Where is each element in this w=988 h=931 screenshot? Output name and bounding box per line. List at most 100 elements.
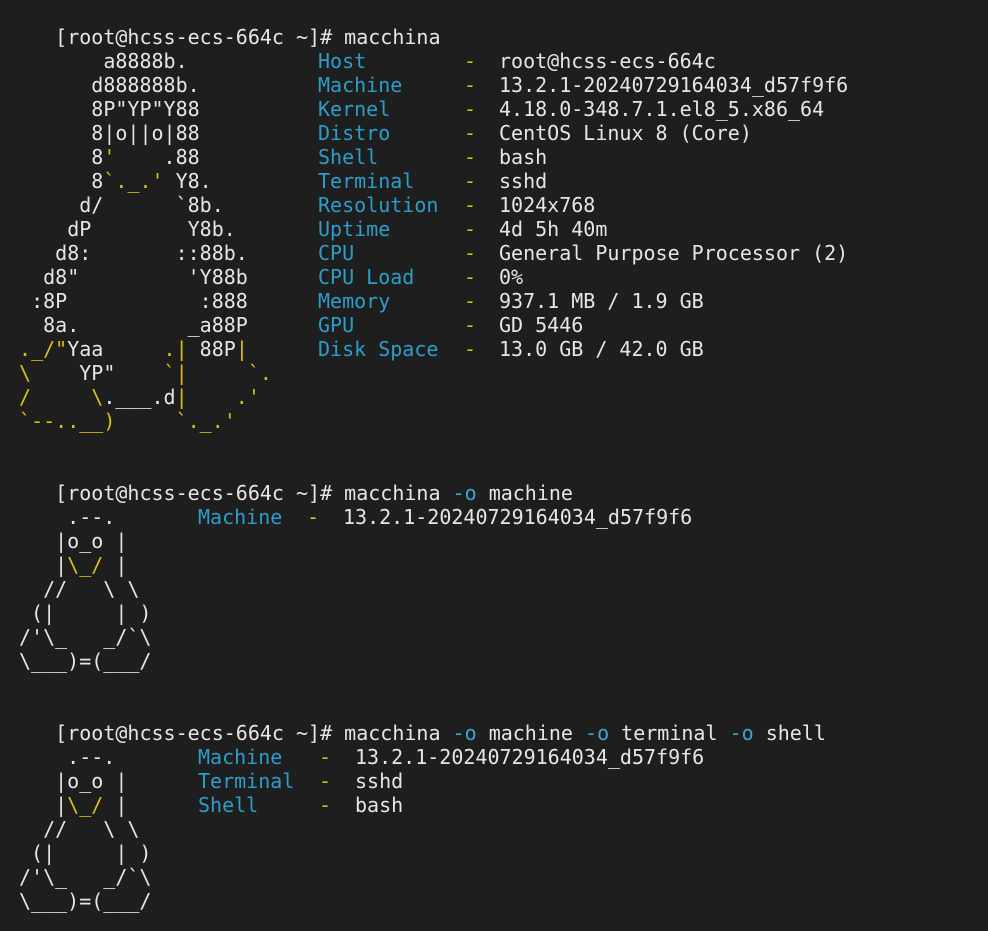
ascii-art-line: `--..__) `._.' bbox=[7, 409, 236, 433]
command-word: macchina bbox=[344, 25, 441, 49]
info-value: root@hcss-ecs-664c bbox=[499, 49, 716, 73]
ascii-art-line: (| | ) bbox=[19, 601, 152, 625]
info-value: sshd bbox=[355, 769, 404, 793]
command-word: terminal bbox=[621, 721, 718, 745]
command-word: machine bbox=[488, 481, 573, 505]
info-key: Machine bbox=[198, 745, 283, 769]
command-line-1: [root@hcss-ecs-664c ~]# macchina bbox=[7, 1, 440, 49]
ascii-art-line: / \.___.d| .' bbox=[7, 385, 260, 409]
info-key: Machine bbox=[198, 505, 283, 529]
info-key: Memory bbox=[318, 289, 391, 313]
info-separator: - bbox=[464, 169, 477, 193]
ascii-logo-small: .--. |o_o | |\_/ | // \ \ (| | )/'\_ _/`… bbox=[19, 505, 151, 673]
info-value: 13.2.1-20240729164034_d57f9f6 bbox=[499, 73, 849, 97]
terminal-window[interactable]: [root@hcss-ecs-664c ~]# macchina a8888b.… bbox=[0, 0, 988, 931]
info-separator: - bbox=[464, 145, 477, 169]
info-key: Kernel bbox=[318, 97, 391, 121]
ascii-logo-small: .--. |o_o | |\_/ | // \ \ (| | )/'\_ _/`… bbox=[19, 745, 151, 913]
command-flag: -o bbox=[452, 721, 477, 745]
info-separator: - bbox=[319, 793, 332, 817]
prompt: [root@hcss-ecs-664c ~]# bbox=[55, 25, 333, 49]
info-separator: - bbox=[319, 769, 332, 793]
command-text: macchina bbox=[344, 25, 440, 49]
command-flag: -o bbox=[729, 721, 754, 745]
ascii-art-line: /'\_ _/`\ bbox=[19, 625, 152, 649]
info-value: 13.0 GB / 42.0 GB bbox=[499, 337, 704, 361]
ascii-art-line: :8P :888 bbox=[7, 289, 248, 313]
info-value: 13.2.1-20240729164034_d57f9f6 bbox=[343, 505, 693, 529]
ascii-art-line: ._/"Yaa .| 88P| bbox=[7, 337, 248, 361]
info-value: 1024x768 bbox=[499, 193, 596, 217]
ascii-art-line: \___)=(___/ bbox=[19, 649, 152, 673]
ascii-art-line: |o_o | bbox=[19, 529, 128, 553]
info-separator: - bbox=[464, 193, 477, 217]
info-key: Terminal bbox=[318, 169, 415, 193]
info-separator: - bbox=[464, 265, 477, 289]
info-separator: - bbox=[464, 121, 477, 145]
info-value: 937.1 MB / 1.9 GB bbox=[499, 289, 704, 313]
prompt: [root@hcss-ecs-664c ~]# bbox=[55, 481, 333, 505]
command-text: macchina -o machine -o terminal -o shell bbox=[344, 721, 826, 745]
info-key: Uptime bbox=[318, 217, 391, 241]
info-key: GPU bbox=[318, 313, 355, 337]
info-key: Machine bbox=[318, 73, 403, 97]
ascii-art-line: .--. bbox=[19, 505, 116, 529]
ascii-art-line: 8a. _a88P bbox=[7, 313, 248, 337]
info-value: bash bbox=[355, 793, 404, 817]
info-separator: - bbox=[464, 73, 477, 97]
ascii-art-line: dP Y8b. bbox=[7, 217, 236, 241]
command-word: machine bbox=[488, 721, 573, 745]
info-separator: - bbox=[464, 97, 477, 121]
ascii-art-line: d/ `8b. bbox=[7, 193, 224, 217]
info-key: CPU bbox=[318, 241, 355, 265]
ascii-art-line: 8' .88 bbox=[7, 145, 200, 169]
ascii-art-line: d8: ::88b. bbox=[7, 241, 248, 265]
ascii-logo-large: a8888b. d888888b. 8P"YP"Y88 8|o||o|88 8'… bbox=[7, 49, 272, 433]
info-key: Shell bbox=[318, 145, 379, 169]
info-separator: - bbox=[464, 289, 477, 313]
info-value: 4.18.0-348.7.1.el8_5.x86_64 bbox=[499, 97, 825, 121]
ascii-art-line: \___)=(___/ bbox=[19, 889, 152, 913]
info-value: 4d 5h 40m bbox=[499, 217, 608, 241]
info-key: CPU Load bbox=[318, 265, 415, 289]
info-separator: - bbox=[464, 49, 477, 73]
info-separator: - bbox=[319, 745, 332, 769]
ascii-art-line: (| | ) bbox=[19, 841, 152, 865]
ascii-art-line: a8888b. bbox=[7, 49, 188, 73]
ascii-art-line: |\_/ | bbox=[19, 793, 128, 817]
command-word: macchina bbox=[344, 721, 441, 745]
command-flag: -o bbox=[452, 481, 477, 505]
ascii-art-line: 8|o||o|88 bbox=[7, 121, 200, 145]
info-key: Shell bbox=[198, 793, 259, 817]
info-key: Terminal bbox=[198, 769, 295, 793]
info-separator: - bbox=[464, 241, 477, 265]
info-separator: - bbox=[464, 217, 477, 241]
ascii-art-line: 8P"YP"Y88 bbox=[7, 97, 200, 121]
info-value: 13.2.1-20240729164034_d57f9f6 bbox=[355, 745, 705, 769]
info-value: General Purpose Processor (2) bbox=[499, 241, 849, 265]
ascii-art-line: d8" 'Y88b bbox=[7, 265, 248, 289]
ascii-art-line: d888888b. bbox=[7, 73, 200, 97]
info-key: Distro bbox=[318, 121, 391, 145]
info-separator: - bbox=[307, 505, 320, 529]
info-value: 0% bbox=[499, 265, 524, 289]
ascii-art-line: 8`._.' Y8. bbox=[7, 169, 212, 193]
info-separator: - bbox=[464, 313, 477, 337]
command-line-3: [root@hcss-ecs-664c ~]# macchina -o mach… bbox=[7, 697, 826, 745]
info-value: bash bbox=[499, 145, 548, 169]
command-text: macchina -o machine bbox=[344, 481, 573, 505]
info-key: Host bbox=[318, 49, 367, 73]
ascii-art-line: // \ \ bbox=[19, 577, 140, 601]
info-value: sshd bbox=[499, 169, 548, 193]
ascii-art-line: |o_o | bbox=[19, 769, 128, 793]
command-flag: -o bbox=[585, 721, 610, 745]
command-word: shell bbox=[765, 721, 826, 745]
ascii-art-line: // \ \ bbox=[19, 817, 140, 841]
ascii-art-line: /'\_ _/`\ bbox=[19, 865, 152, 889]
info-key: Disk Space bbox=[318, 337, 439, 361]
ascii-art-line: .--. bbox=[19, 745, 116, 769]
ascii-art-line: \ YP" `| `. bbox=[7, 361, 272, 385]
command-line-2: [root@hcss-ecs-664c ~]# macchina -o mach… bbox=[7, 457, 573, 505]
info-value: GD 5446 bbox=[499, 313, 584, 337]
prompt: [root@hcss-ecs-664c ~]# bbox=[55, 721, 333, 745]
